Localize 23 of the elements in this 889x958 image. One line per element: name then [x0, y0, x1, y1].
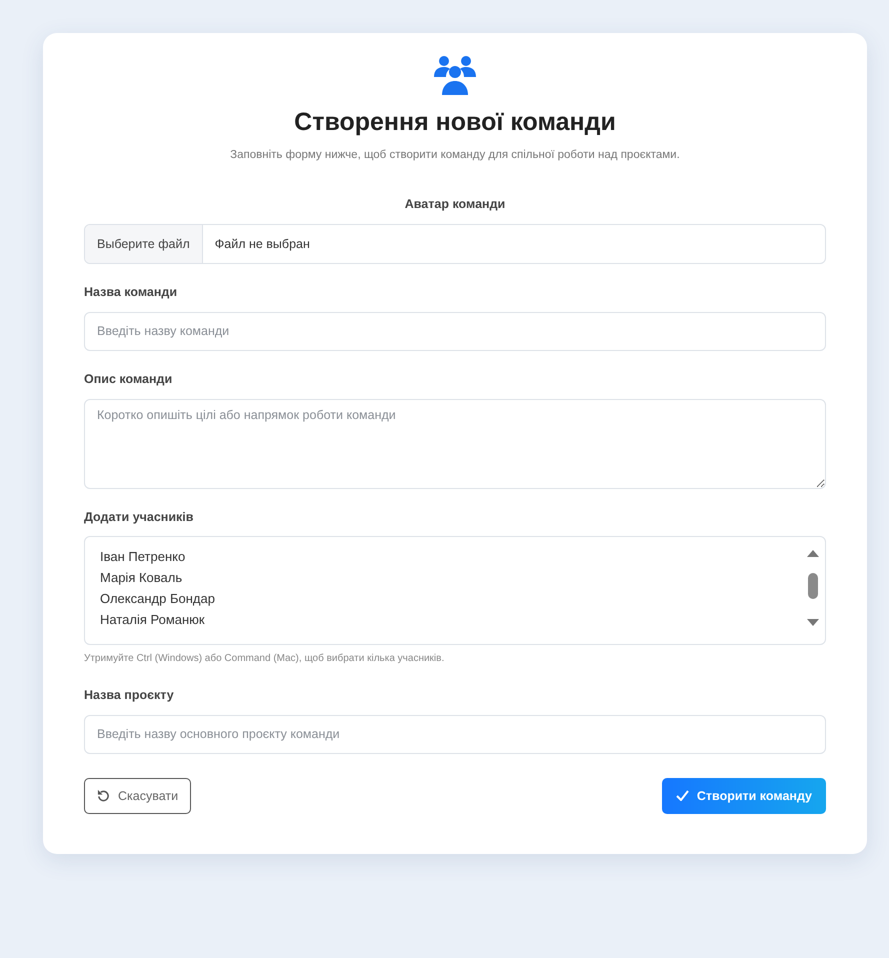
help-text: Утримуйте Ctrl (Windows) або Command (Mac), щоб вибрати кілька учасників.	[84, 652, 444, 666]
file-status-text: Файл не выбран	[214, 236, 310, 253]
choose-file-button[interactable]: Выберите файл	[85, 225, 203, 263]
text-input[interactable]: Введіть назву команди	[84, 312, 826, 351]
form-title: Створення нової команди	[293, 107, 617, 137]
member-option[interactable]: Наталія Романюк	[98, 610, 805, 630]
form-subtitle: Заповніть форму нижче, щоб створити команду для спільної роботи над проєктами.	[229, 148, 681, 163]
field-label: Аватар команди	[404, 196, 506, 214]
description-textarea[interactable]: Коротко опишіть цілі або напрямок роботи команди	[84, 398, 826, 488]
field-label: Назва проєкту	[84, 686, 174, 704]
cancel-button[interactable]: Скасувати	[84, 778, 192, 814]
undo-icon	[97, 789, 110, 802]
field-label: Додати учасників	[84, 508, 194, 526]
member-option[interactable]: Іван Петренко	[98, 547, 805, 566]
field-label: Назва команди	[84, 284, 178, 301]
field-label: Опис команди	[84, 370, 172, 388]
check-icon	[676, 790, 689, 802]
text-input[interactable]: Введіть назву основного проєкту команди	[84, 714, 826, 754]
file-input[interactable]: Выберите файл Файл не выбран	[84, 224, 826, 264]
members-listbox[interactable]: Іван Петренко Марія Коваль Олександр Бондар Наталія Романюк	[84, 536, 826, 646]
member-option[interactable]: Олександр Бондар	[98, 589, 805, 608]
member-option[interactable]: Марія Коваль	[98, 568, 805, 588]
team-icon	[432, 55, 478, 95]
